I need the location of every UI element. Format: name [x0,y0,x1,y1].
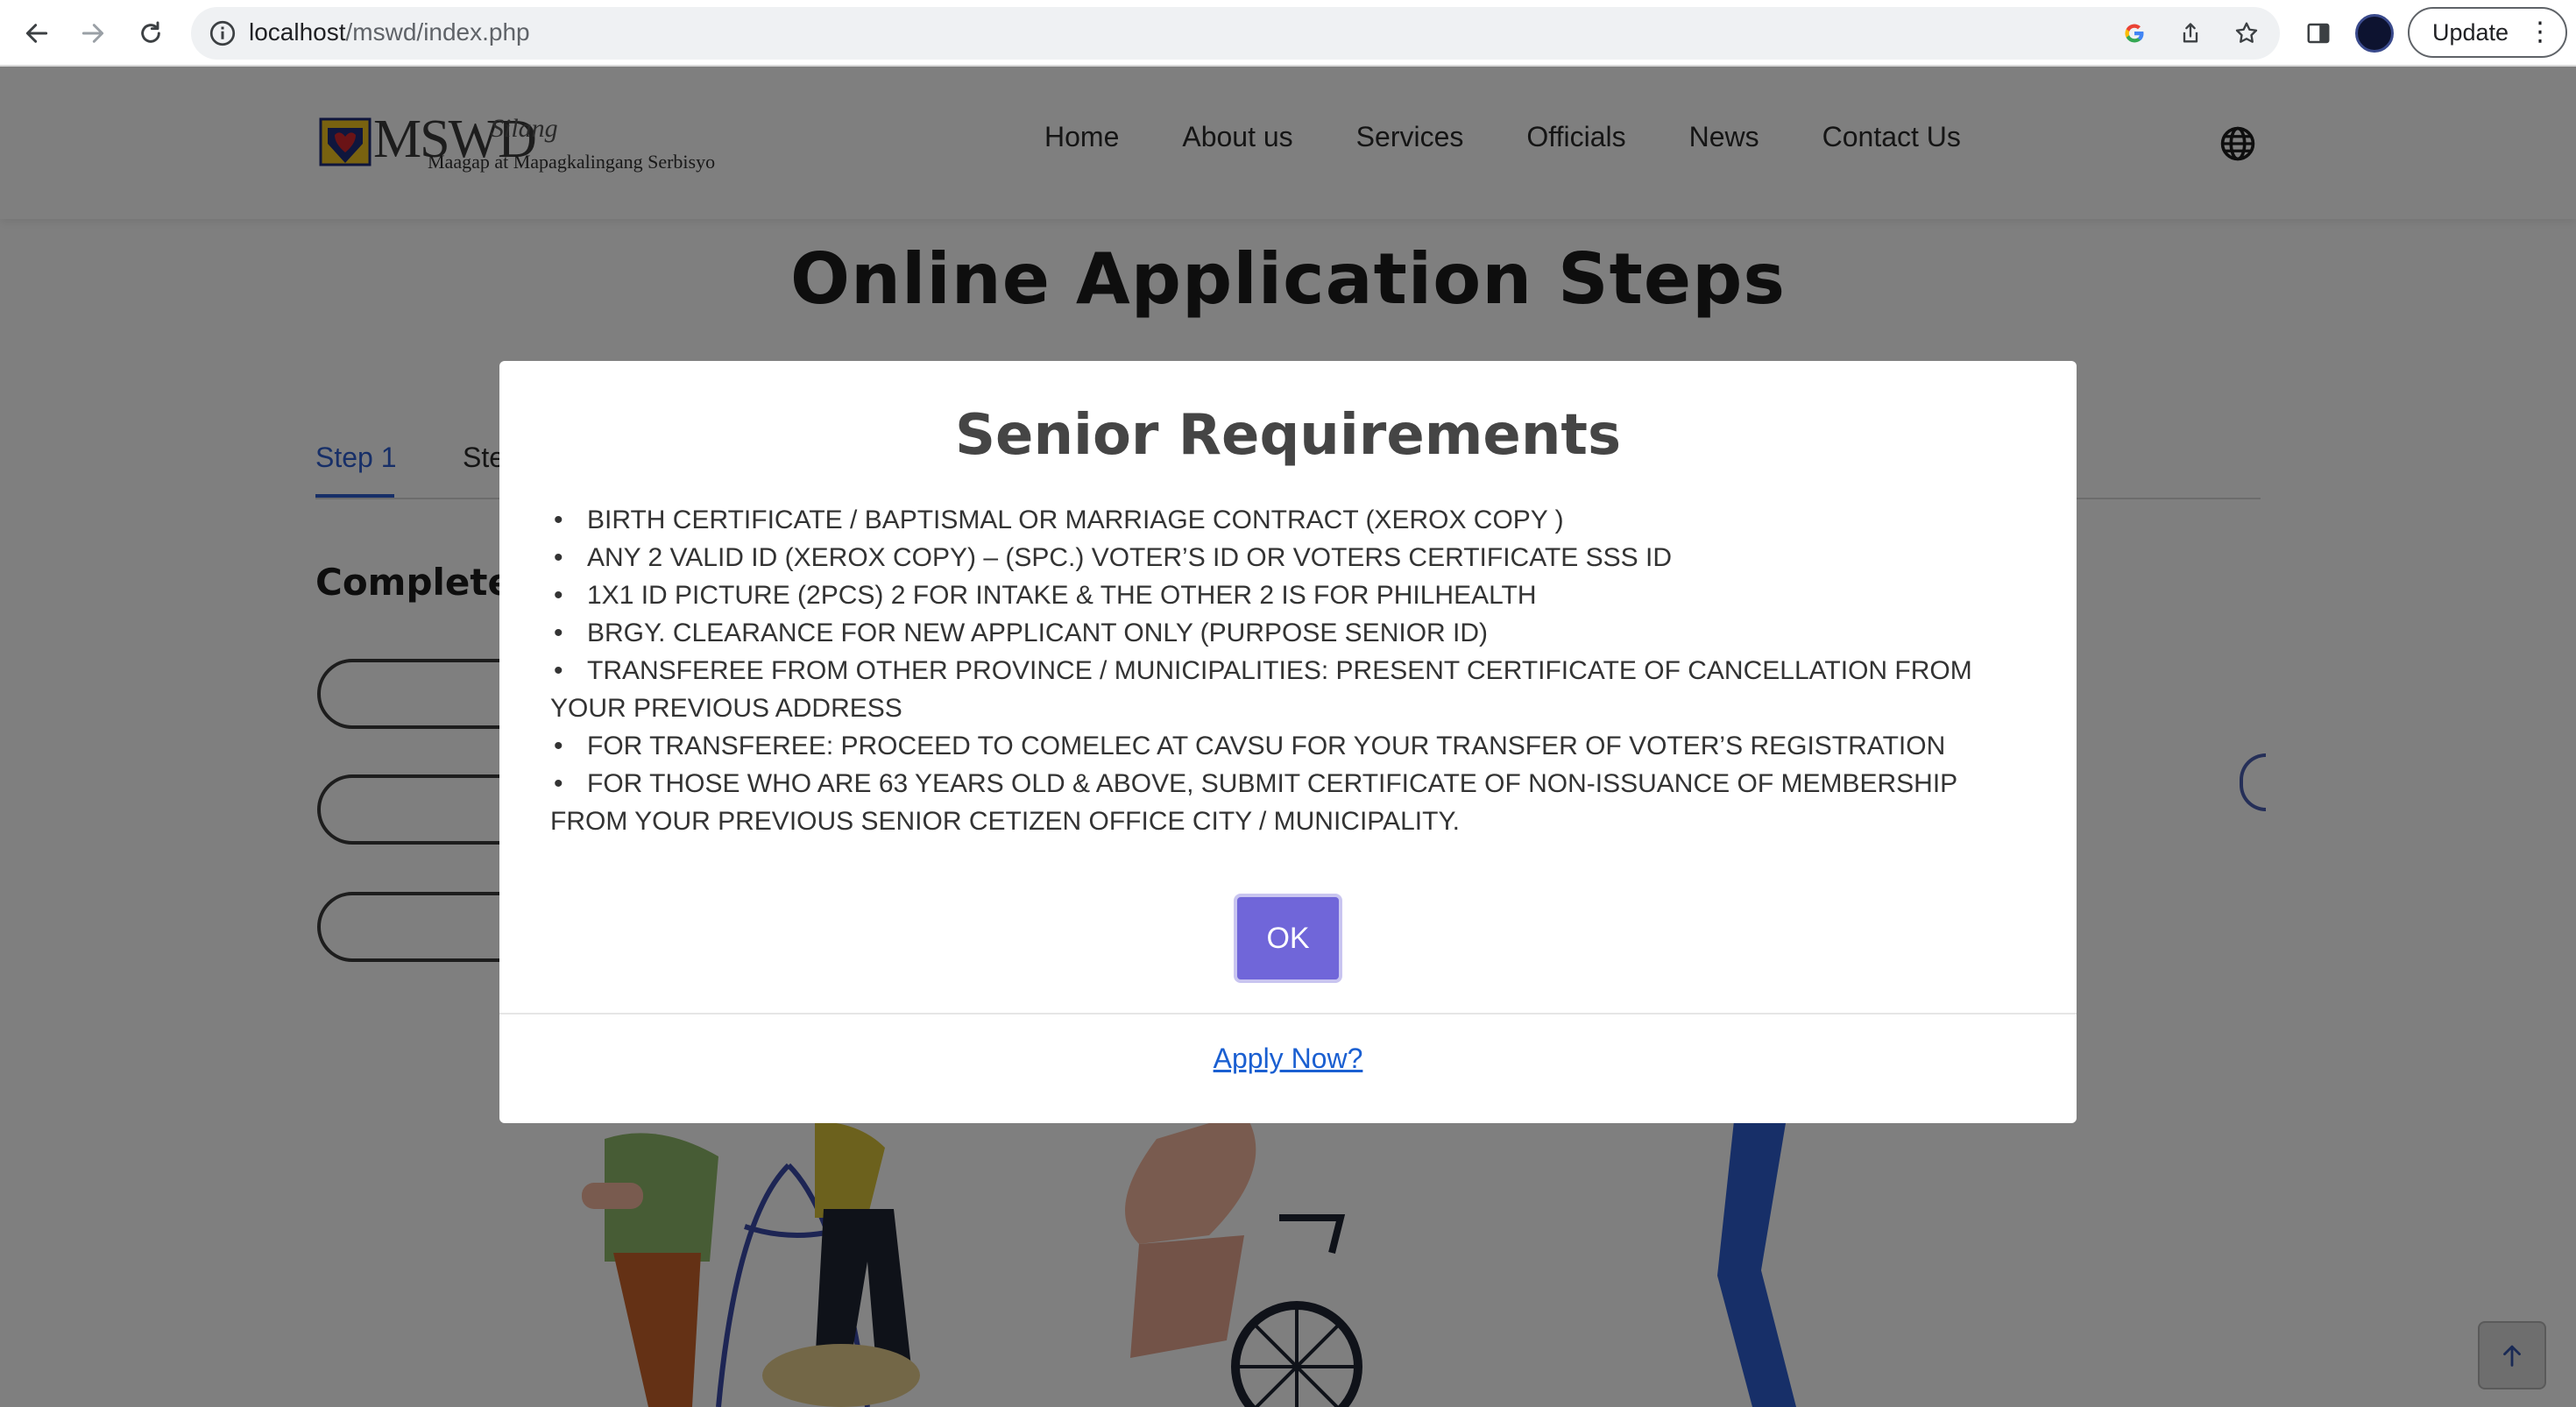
bullet-icon: • [554,506,563,534]
list-item: • FOR TRANSFEREE: PROCEED TO COMELEC AT C… [550,727,2040,765]
list-item: • 1X1 ID PICTURE (2PCS) 2 FOR INTAKE & TH… [550,576,2040,614]
more-menu-icon[interactable]: ⋮ [2527,9,2553,56]
url-path: /mswd/index.php [345,18,530,46]
requirement-text: FOR THOSE WHO ARE 63 YEARS OLD & ABOVE, … [550,769,1957,836]
bullet-icon: • [554,769,563,798]
update-button[interactable]: Update ⋮ [2408,7,2567,58]
list-item: • BRGY. CLEARANCE FOR NEW APPLICANT ONLY … [550,614,2040,652]
list-item: • ANY 2 VALID ID (XEROX COPY) – (SPC.) VO… [550,539,2040,576]
info-icon[interactable] [207,18,238,49]
requirement-text: BRGY. CLEARANCE FOR NEW APPLICANT ONLY (… [587,619,1489,647]
bullet-icon: • [554,656,563,685]
forward-button[interactable] [70,11,116,56]
url-host: localhost [249,18,346,46]
bullet-icon: • [554,581,563,610]
star-icon[interactable] [2229,16,2264,51]
bullet-icon: • [554,732,563,760]
list-item: • BIRTH CERTIFICATE / BAPTISMAL OR MARRIA… [550,501,2040,539]
list-item: • TRANSFEREE FROM OTHER PROVINCE / MUNICI… [550,652,2040,727]
ok-button[interactable]: OK [1234,894,1342,983]
side-panel-button[interactable] [2296,11,2341,56]
address-bar[interactable]: localhost/mswd/index.php [191,7,2280,60]
share-icon[interactable] [2173,16,2208,51]
scroll-to-top-button[interactable] [2478,1321,2546,1389]
apply-now-text[interactable]: Apply Now? [1214,1043,1363,1074]
avatar[interactable] [2355,14,2394,53]
arrow-right-icon [81,24,104,43]
back-button[interactable] [14,11,60,56]
requirement-text: ANY 2 VALID ID (XEROX COPY) – (SPC.) VOT… [587,543,1673,572]
requirement-text: TRANSFEREE FROM OTHER PROVINCE / MUNICIP… [550,656,1972,723]
apply-now-link: Apply Now? [499,1043,2077,1075]
senior-requirements-modal: Senior Requirements • BIRTH CERTIFICATE /… [499,361,2077,1123]
bullet-icon: • [554,619,563,647]
requirement-text: BIRTH CERTIFICATE / BAPTISMAL OR MARRIAG… [587,506,1564,534]
arrow-up-icon [2503,1345,2521,1367]
list-item: • FOR THOSE WHO ARE 63 YEARS OLD & ABOVE,… [550,765,2040,840]
browser-toolbar: localhost/mswd/index.php Update ⋮ [0,0,2576,67]
requirements-list: • BIRTH CERTIFICATE / BAPTISMAL OR MARRIA… [550,501,2040,840]
modal-title: Senior Requirements [954,403,1622,468]
reload-icon [141,21,160,43]
url-text[interactable]: localhost/mswd/index.php [249,18,530,46]
requirement-text: FOR TRANSFEREE: PROCEED TO COMELEC AT CA… [587,732,1946,760]
modal-footer-divider [499,1013,2077,1015]
reload-button[interactable] [128,11,173,56]
bullet-icon: • [554,543,563,572]
update-label: Update [2432,19,2509,46]
google-icon[interactable] [2117,16,2152,51]
arrow-left-icon [25,24,48,43]
requirement-text: 1X1 ID PICTURE (2PCS) 2 FOR INTAKE & THE… [587,581,1537,610]
side-panel-icon [2307,23,2330,44]
